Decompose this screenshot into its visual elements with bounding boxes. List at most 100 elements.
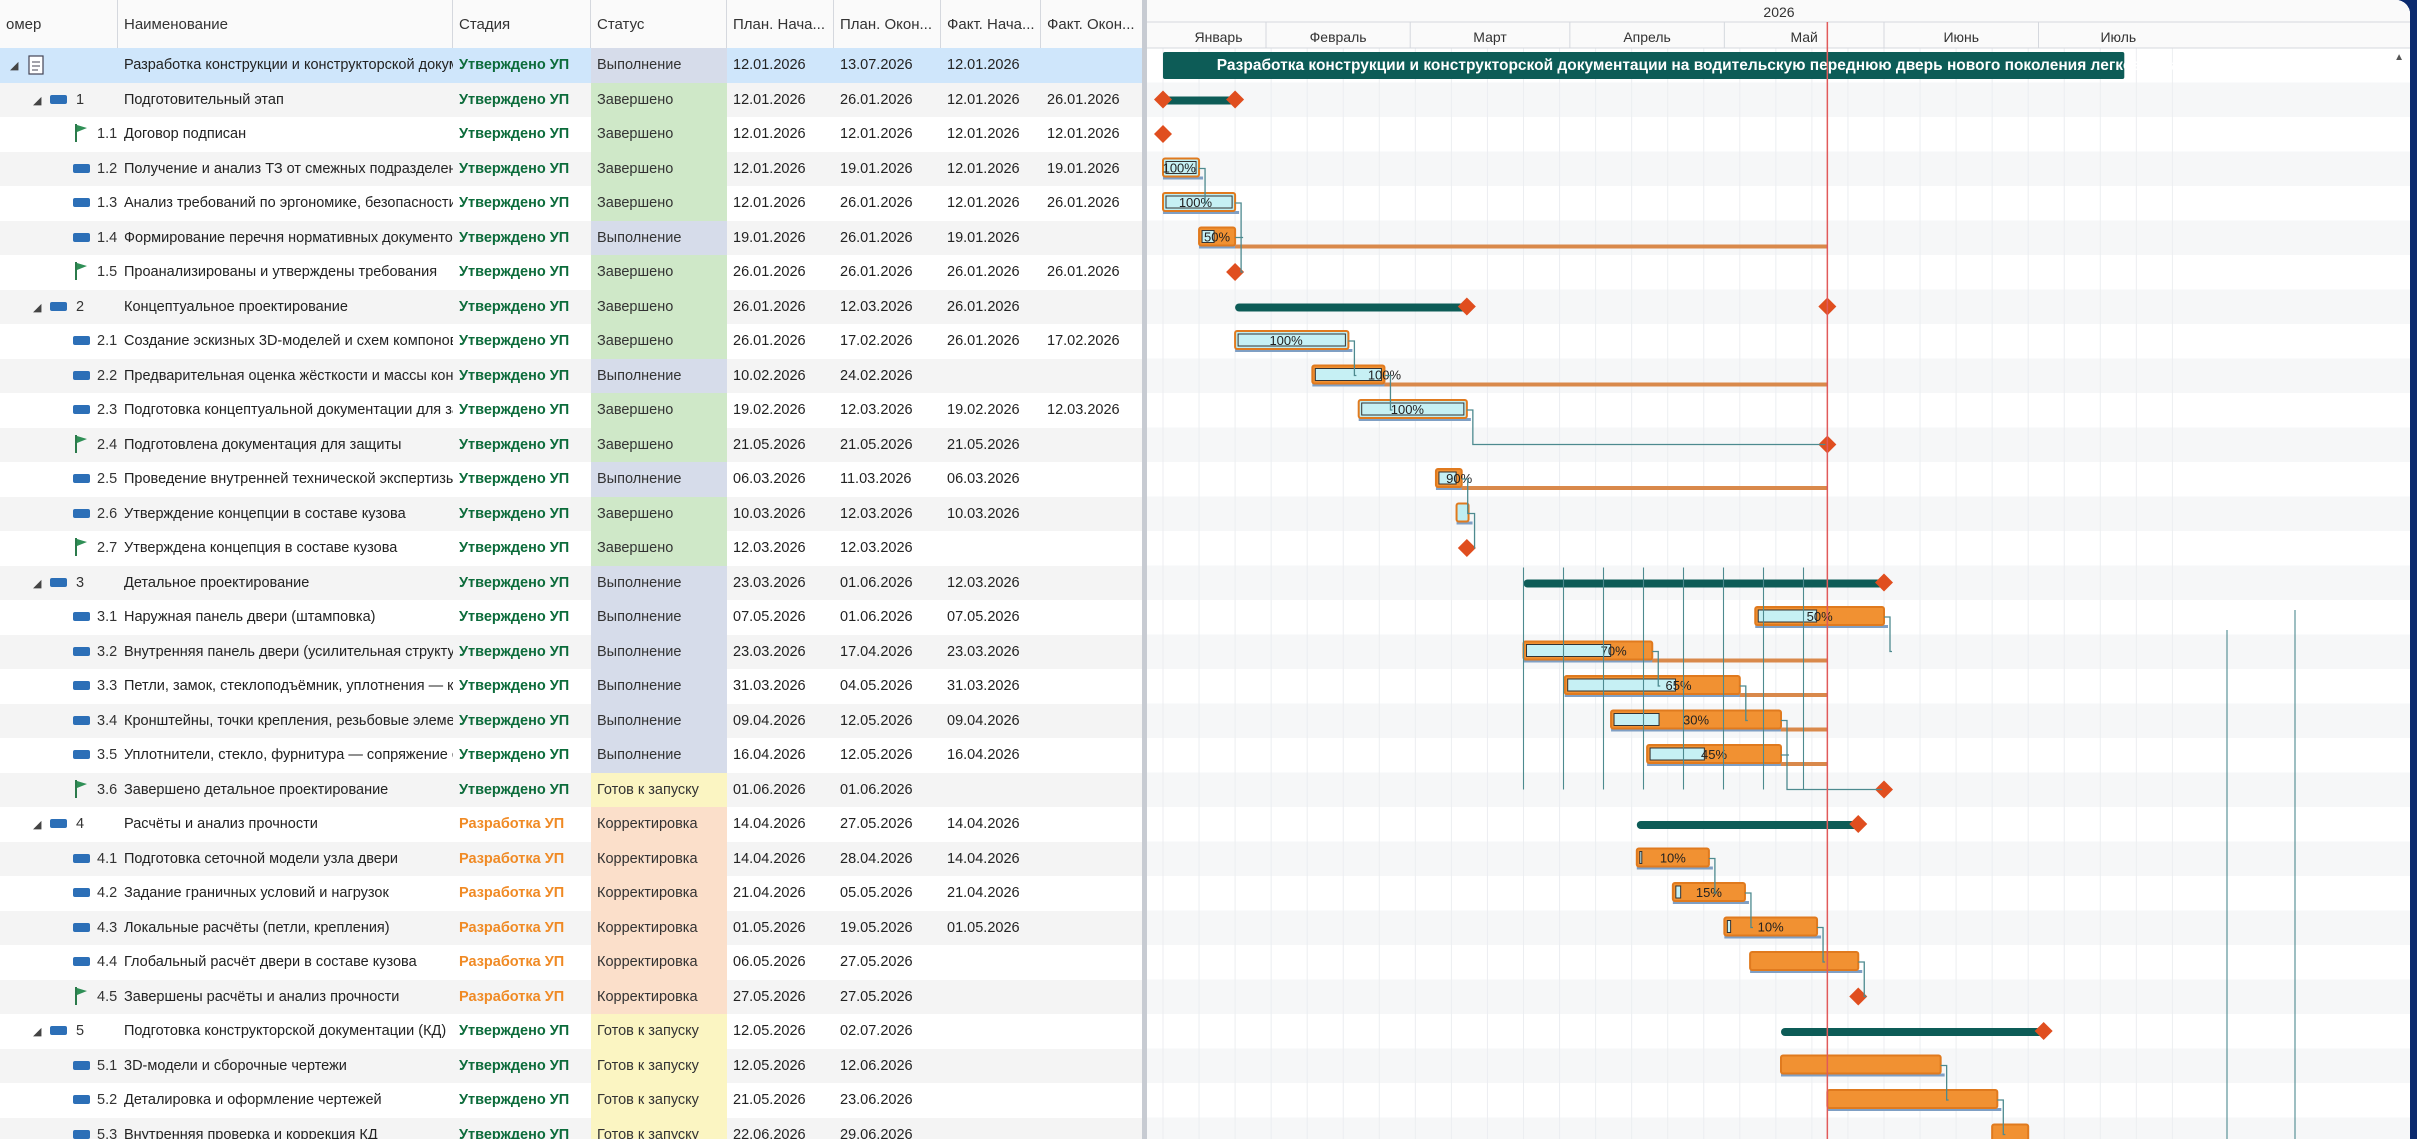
collapse-toggle-icon[interactable]: ◢ <box>33 818 41 831</box>
table-row[interactable]: 3.2 Внутренняя панель двери (усилительная… <box>0 634 1142 670</box>
table-row[interactable]: 2.7 Утверждена концепция в составе кузова… <box>0 531 1142 566</box>
table-row[interactable]: 4.1 Подготовка сеточной модели узла двери… <box>0 841 1142 877</box>
table-row[interactable]: ◢ 5 Подготовка конструкторской документаци… <box>0 1014 1142 1049</box>
table-row[interactable]: 4.4 Глобальный расчёт двери в составе куз… <box>0 945 1142 980</box>
col-header-num[interactable]: омер <box>0 0 118 48</box>
collapse-toggle-icon[interactable]: ◢ <box>33 94 41 107</box>
collapse-toggle-icon[interactable]: ◢ <box>10 59 18 72</box>
task-name[interactable]: Создание эскизных 3D-моделей и схем комп… <box>118 324 453 359</box>
table-row[interactable]: ◢ 1 Подготовительный этап Утверждено УП Заве… <box>0 82 1142 118</box>
table-row[interactable]: 5.3 Внутренняя проверка и коррекция КД Утв… <box>0 1117 1142 1139</box>
task-name[interactable]: Завершены расчёты и анализ прочности <box>118 980 453 1015</box>
milestone-diamond[interactable] <box>1154 125 1172 143</box>
col-header-fact-end[interactable]: Факт. Окон... <box>1041 0 1142 48</box>
table-row[interactable]: 3.3 Петли, замок, стеклоподъёмник, уплотн… <box>0 669 1142 704</box>
task-name[interactable]: 3D-модели и сборочные чертежи <box>118 1049 453 1084</box>
task-name[interactable]: Утверждение концепции в составе кузова <box>118 497 453 532</box>
month-label-1: Январь <box>1195 29 1243 45</box>
col-header-name[interactable]: Наименование <box>118 0 453 48</box>
collapse-toggle-icon[interactable]: ◢ <box>33 1025 41 1038</box>
task-name[interactable]: Анализ требований по эргономике, безопас… <box>118 186 453 221</box>
task-name[interactable]: Деталировка и оформление чертежей <box>118 1083 453 1118</box>
task-name[interactable]: Договор подписан <box>118 117 453 152</box>
task-name[interactable]: Утверждена концепция в составе кузова <box>118 531 453 566</box>
task-bar[interactable] <box>1780 1054 1942 1075</box>
table-row[interactable]: 2.6 Утверждение концепции в составе кузов… <box>0 496 1142 532</box>
task-bar[interactable] <box>1826 1089 1999 1109</box>
milestone-diamond[interactable] <box>1457 539 1476 557</box>
summary-bar[interactable] <box>1163 96 1236 105</box>
task-bar[interactable] <box>1991 1123 2030 1139</box>
table-row[interactable]: 3.6 Завершено детальное проектирование Утв… <box>0 772 1142 808</box>
table-row[interactable]: 1.4 Формирование перечня нормативных доку… <box>0 220 1142 256</box>
task-name[interactable]: Внутренняя проверка и коррекция КД <box>118 1118 453 1139</box>
task-name[interactable]: Завершено детальное проектирование <box>118 773 453 808</box>
collapse-toggle-icon[interactable]: ◢ <box>33 577 41 590</box>
task-name[interactable]: Проведение внутренней технической экспер… <box>118 462 453 497</box>
task-bar[interactable] <box>1455 502 1470 523</box>
table-row[interactable]: ◢ 2 Концептуальное проектирование Утвержден… <box>0 289 1142 325</box>
fact-start-date: 12.01.2026 <box>947 57 1020 73</box>
collapse-toggle-icon[interactable]: ◢ <box>33 301 41 314</box>
plan-start-date: 12.05.2026 <box>733 1057 806 1074</box>
scroll-up-arrow-icon[interactable]: ▲ <box>2394 52 2404 63</box>
task-name[interactable]: Петли, замок, стеклоподъёмник, уплотнени… <box>118 669 453 704</box>
col-header-stage[interactable]: Стадия <box>453 0 591 48</box>
table-row[interactable]: 2.3 Подготовка концептуальной документаци… <box>0 393 1142 428</box>
task-name[interactable]: Концептуальное проектирование <box>118 290 453 325</box>
status-value: Готов к запуску <box>591 1083 727 1118</box>
task-bar[interactable] <box>1749 951 1860 971</box>
summary-end-diamond[interactable] <box>1849 815 1868 833</box>
summary-bar[interactable] <box>1781 1028 2044 1036</box>
table-row[interactable]: 4.3 Локальные расчёты (петли, крепления) Р… <box>0 910 1142 946</box>
task-name[interactable]: Уплотнители, стекло, фурнитура — сопряже… <box>118 738 453 773</box>
task-name[interactable]: Подготовка сеточной модели узла двери <box>118 842 453 877</box>
task-name[interactable]: Получение и анализ ТЗ от смежных подразд… <box>118 152 453 187</box>
task-name[interactable]: Разработка конструкции и конструкторской… <box>118 48 453 83</box>
task-name[interactable]: Расчёты и анализ прочности <box>118 807 453 842</box>
col-header-plan-start[interactable]: План. Нача... <box>727 0 834 48</box>
stage-value: Утверждено УП <box>459 1023 570 1039</box>
task-name[interactable]: Детальное проектирование <box>118 566 453 601</box>
table-row[interactable]: ◢ 4 Расчёты и анализ прочности Разработка У… <box>0 807 1142 842</box>
table-row[interactable]: 3.4 Кронштейны, точки крепления, резьбовы… <box>0 703 1142 739</box>
table-row[interactable]: 3.5 Уплотнители, стекло, фурнитура — сопр… <box>0 738 1142 773</box>
table-row[interactable]: 3.1 Наружная панель двери (штамповка) Утве… <box>0 600 1142 635</box>
table-row[interactable]: ◢ Разработка конструкции и конструкторско… <box>0 48 1142 83</box>
task-name[interactable]: Подготовка концептуальной документации д… <box>118 393 453 428</box>
task-name[interactable]: Формирование перечня нормативных докумен… <box>118 221 453 256</box>
task-name[interactable]: Подготовлена документация для защиты <box>118 428 453 463</box>
task-name[interactable]: Наружная панель двери (штамповка) <box>118 600 453 635</box>
table-row[interactable]: 2.2 Предварительная оценка жёсткости и ма… <box>0 358 1142 394</box>
task-name[interactable]: Глобальный расчёт двери в составе кузова <box>118 945 453 980</box>
table-row[interactable]: 1.3 Анализ требований по эргономике, безо… <box>0 186 1142 221</box>
table-row[interactable]: 1.5 Проанализированы и утверждены требова… <box>0 255 1142 290</box>
col-header-plan-end[interactable]: План. Окон... <box>834 0 941 48</box>
table-row[interactable]: 1.1 Договор подписан Утверждено УП Завершен… <box>0 117 1142 152</box>
plan-start-date: 22.06.2026 <box>733 1126 806 1139</box>
task-name[interactable]: Локальные расчёты (петли, крепления) <box>118 911 453 946</box>
table-row[interactable]: 1.2 Получение и анализ ТЗ от смежных подр… <box>0 151 1142 187</box>
table-row[interactable]: 2.4 Подготовлена документация для защиты У… <box>0 427 1142 463</box>
task-name[interactable]: Предварительная оценка жёсткости и массы… <box>118 359 453 394</box>
task-name[interactable]: Задание граничных условий и нагрузок <box>118 876 453 911</box>
table-row[interactable]: 2.5 Проведение внутренней технической экс… <box>0 462 1142 497</box>
table-row[interactable]: 2.1 Создание эскизных 3D-моделей и схем к… <box>0 324 1142 359</box>
table-row[interactable]: 4.2 Задание граничных условий и нагрузок Р… <box>0 876 1142 911</box>
table-row[interactable]: ◢ 3 Детальное проектирование Утверждено УП В… <box>0 565 1142 601</box>
task-name[interactable]: Подготовка конструкторской документации … <box>118 1014 453 1049</box>
fact-end-date <box>1041 1083 1142 1118</box>
summary-bar[interactable] <box>1636 821 1859 829</box>
task-name[interactable]: Подготовительный этап <box>118 83 453 118</box>
col-header-fact-start[interactable]: Факт. Нача... <box>941 0 1041 48</box>
summary-bar[interactable] <box>1235 303 1467 312</box>
table-row[interactable]: 5.1 3D-модели и сборочные чертежи Утвержде… <box>0 1048 1142 1084</box>
table-row[interactable]: 5.2 Деталировка и оформление чертежей Утве… <box>0 1083 1142 1118</box>
task-name[interactable]: Внутренняя панель двери (усилительная ст… <box>118 635 453 670</box>
table-row[interactable]: 4.5 Завершены расчёты и анализ прочности Р… <box>0 979 1142 1015</box>
col-header-status[interactable]: Статус <box>591 0 727 48</box>
summary-bar[interactable] <box>1523 579 1885 588</box>
task-name[interactable]: Проанализированы и утверждены требования <box>118 255 453 290</box>
task-name[interactable]: Кронштейны, точки крепления, резьбовые э… <box>118 704 453 739</box>
summary-end-diamond[interactable] <box>2034 1022 2053 1040</box>
